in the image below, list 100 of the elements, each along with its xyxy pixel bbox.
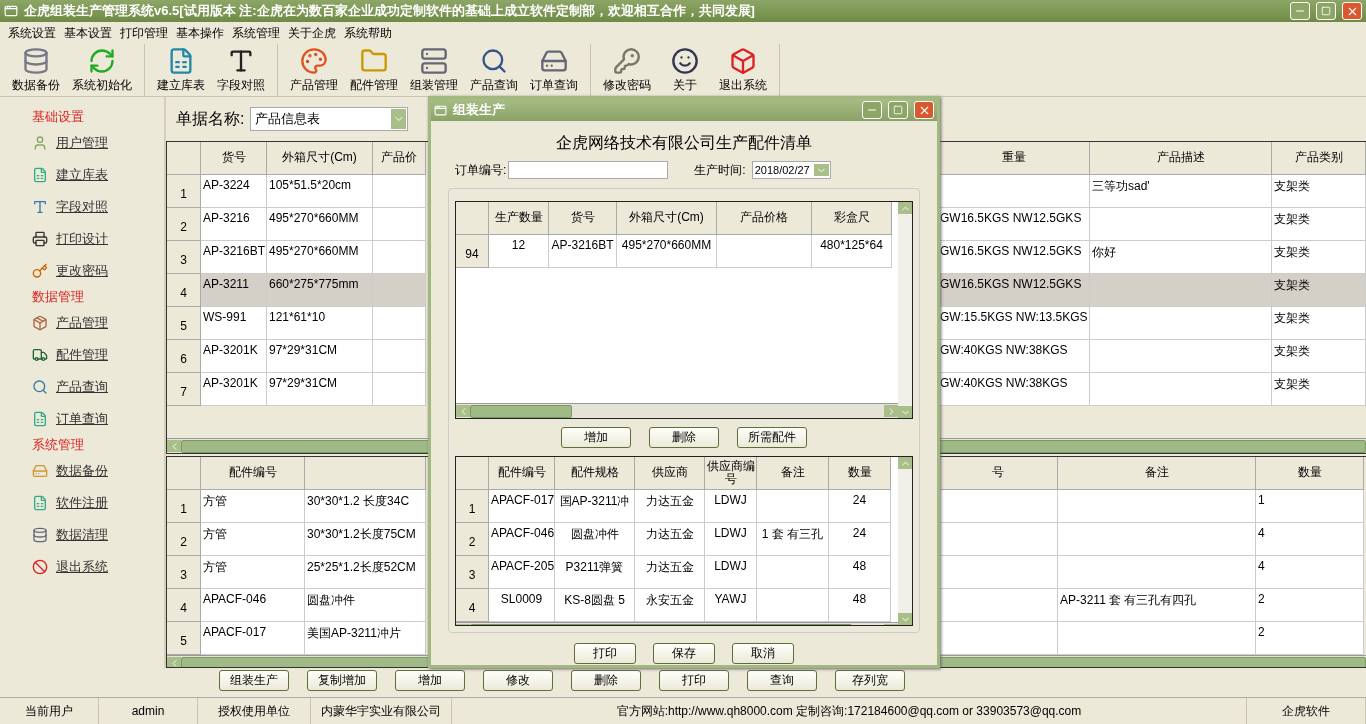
row-number: 4 [456,589,489,622]
table-cell: AP-3216 [201,208,267,241]
table-cell: 30*30*1.2 长度34C [305,490,426,523]
row-number: 3 [456,556,489,589]
row-number: 2 [167,523,201,556]
status-text: admin [99,698,198,724]
table-cell: WS-991 [201,307,267,340]
field-label: 生产时间: [694,161,746,179]
table-cell: 97*29*31CM [267,373,373,406]
row-number: 94 [456,235,489,268]
table-cell: 圆盘冲件 [305,589,426,622]
table-cell: 48 [829,589,891,622]
table-cell: 方管 [201,523,305,556]
table-cell: 48 [829,556,891,589]
table-cell: 24 [829,490,891,523]
table-cell: APACF-017 [201,622,305,655]
row-number: 2 [167,208,201,241]
window-title: 企虎组装生产管理系统v6.5[试用版本 注:企虎在为数百家企业成功定制软件的基础上成立软件定制部，欢迎相互合作，共同发展] [24,2,756,20]
table-cell: 25*25*1.2长度52CM [305,556,426,589]
table-cell: AP-3216BT [549,235,617,268]
row-number: 7 [167,373,201,406]
status-text: 官方网站:http://www.qh8000.com 定制咨询:172184600@qq.com or 33903573@qq.com [452,698,1247,724]
table-cell: 国AP-3211冲 [555,490,635,523]
table-cell: AP-3211 套 有三孔有四孔 [1058,589,1256,622]
row-number: 3 [167,241,201,274]
table-cell: 力达五金 [635,556,705,589]
table-cell: 美国AP-3211冲片 [305,622,426,655]
form-label: 单据名称: [176,108,245,129]
table-cell: LDWJ [705,490,757,523]
table-cell: 1 [1256,490,1364,523]
table-cell: YAWJ [705,589,757,622]
table-cell: 30*30*1.2长度75CM [305,523,426,556]
table-cell: 480*125*64 [812,235,892,268]
table-cell: 24 [829,523,891,556]
table-cell: AP-3201K [201,340,267,373]
row-number: 4 [167,589,201,622]
table-cell: 12 [489,235,549,268]
table-cell: 支架类 [1272,340,1366,373]
table-cell: AP-3201K [201,373,267,406]
table-cell: 支架类 [1272,307,1366,340]
row-number: 4 [167,274,201,307]
table-cell: 495*270*660MM [267,241,373,274]
table-cell: 方管 [201,556,305,589]
table-cell: 2 [1256,622,1364,655]
status-text: 当前用户 [0,698,99,724]
table-cell: 4 [1256,556,1364,589]
table-cell: APACF-205 [489,556,555,589]
table-cell: AP-3224 [201,175,267,208]
table-cell: APACF-017 [489,490,555,523]
table-cell: AP-3216BT [201,241,267,274]
table-cell: AP-3211 [201,274,267,307]
sidebar-section-title: 数据管理 [32,288,85,306]
field-label: 订单编号: [455,161,507,179]
row-number: 1 [167,490,201,523]
table-cell: 圆盘冲件 [555,523,635,556]
table-cell: 121*61*10 [267,307,373,340]
table-cell: 105*51.5*20cm [267,175,373,208]
table-cell: APACF-046 [489,523,555,556]
status-text: 企虎软件 [1247,698,1366,724]
table-cell: 660*275*775mm [267,274,373,307]
row-number: 3 [167,556,201,589]
table-cell: 你好 [1090,241,1272,274]
row-number: 6 [167,340,201,373]
table-cell: 1 套 有三孔 [757,523,829,556]
dialog-title: 组装生产 [453,101,506,119]
table-cell: 支架类 [1272,241,1366,274]
table-cell: 支架类 [1272,208,1366,241]
table-cell: GW:15.5KGS NW:13.5KGS [938,307,1090,340]
table-cell: 永安五金 [635,589,705,622]
table-cell: 支架类 [1272,274,1366,307]
table-cell: 三等功sad' [1090,175,1272,208]
sidebar-section-title: 基础设置 [32,108,85,126]
status-text: 授权使用单位 [198,698,311,724]
table-cell: KS-8圆盘 5 [555,589,635,622]
sidebar-section-title: 系统管理 [32,436,85,454]
table-cell: 97*29*31CM [267,340,373,373]
table-cell: 力达五金 [635,523,705,556]
table-cell: 4 [1256,523,1364,556]
table-cell: LDWJ [705,523,757,556]
table-cell: 495*270*660MM [617,235,717,268]
table-cell: 力达五金 [635,490,705,523]
table-cell: 支架类 [1272,373,1366,406]
table-cell: GW:40KGS NW:38KGS [938,373,1090,406]
row-number: 1 [456,490,489,523]
table-cell: GW16.5KGS NW12.5GKS [938,241,1090,274]
table-cell: 方管 [201,490,305,523]
table-cell: 495*270*660MM [267,208,373,241]
table-cell: 支架类 [1272,175,1366,208]
row-number: 2 [456,523,489,556]
row-number: 1 [167,175,201,208]
report-heading: 企虎网络技术有限公司生产配件清单 [556,133,812,153]
row-number: 5 [167,622,201,655]
table-cell: P3211弹簧 [555,556,635,589]
table-cell: GW16.5KGS NW12.5GKS [938,208,1090,241]
table-cell: SL0009 [489,589,555,622]
table-cell: APACF-046 [201,589,305,622]
row-number: 5 [167,307,201,340]
status-text: 内蒙华宇实业有限公司 [311,698,452,724]
table-cell: GW16.5KGS NW12.5GKS [938,274,1090,307]
table-cell: 2 [1256,589,1364,622]
